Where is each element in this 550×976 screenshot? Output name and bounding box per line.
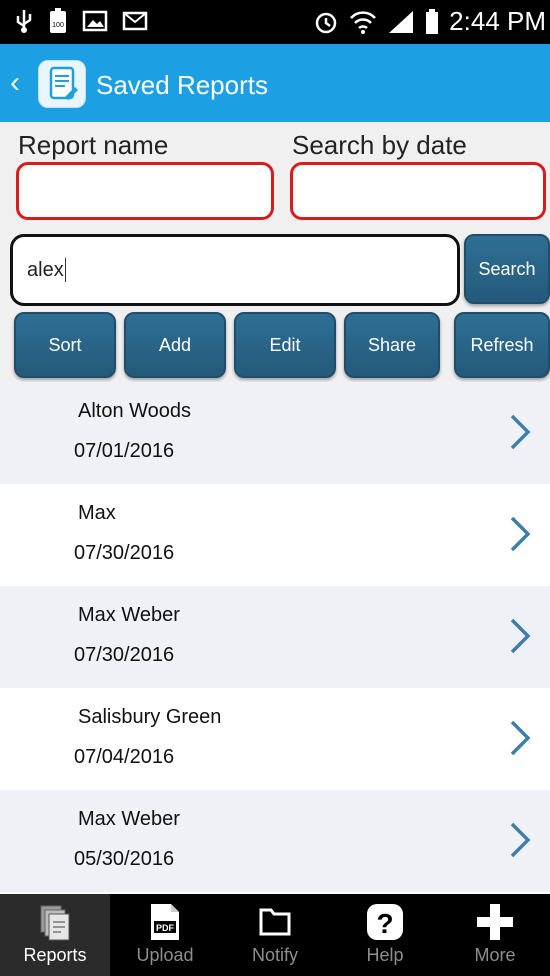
add-button[interactable]: Add — [124, 312, 226, 378]
tab-upload[interactable]: PDF Upload — [110, 894, 220, 976]
sort-button[interactable]: Sort — [14, 312, 116, 378]
chevron-right-icon[interactable] — [504, 818, 534, 862]
alarm-icon — [315, 12, 337, 33]
report-date: 07/30/2016 — [74, 542, 175, 564]
list-item[interactable]: Alton Woods 07/01/2016 — [0, 382, 550, 484]
tab-more[interactable]: More — [440, 894, 550, 976]
tab-notify[interactable]: Notify — [220, 894, 330, 976]
tab-notify-label: Notify — [251, 945, 298, 965]
text-cursor — [64, 258, 66, 282]
search-by-date-label: Search by date — [292, 130, 467, 160]
report-name: Max — [78, 502, 116, 524]
status-bar: 100 2:44 PM — [0, 0, 550, 44]
image-icon — [82, 10, 108, 32]
battery-100-icon: 100 — [50, 8, 66, 33]
chevron-right-icon[interactable] — [504, 410, 534, 454]
signal-icon — [389, 10, 414, 33]
report-date: 05/30/2016 — [74, 848, 175, 870]
list-item[interactable]: Max 07/30/2016 — [0, 484, 550, 586]
pdf-icon: PDF — [151, 904, 179, 940]
usb-icon — [16, 10, 32, 33]
search-form: Report name Search by date alex Search S… — [0, 122, 550, 382]
back-chevron-icon[interactable]: ‹ — [10, 66, 20, 100]
report-date: 07/01/2016 — [74, 440, 175, 462]
search-button[interactable]: Search — [464, 234, 550, 304]
svg-text:PDF: PDF — [156, 923, 175, 933]
report-name-label: Report name — [18, 130, 169, 160]
report-list: Alton Woods 07/01/2016 Max 07/30/2016 Ma… — [0, 382, 550, 894]
wifi-icon — [350, 10, 377, 34]
chevron-right-icon[interactable] — [504, 614, 534, 658]
page-title: Saved Reports — [96, 70, 268, 100]
search-by-date-input[interactable] — [290, 162, 546, 220]
tab-more-label: More — [474, 945, 516, 965]
list-item[interactable]: Salisbury Green 07/04/2016 — [0, 688, 550, 790]
tab-help[interactable]: ? Help — [330, 894, 440, 976]
tab-reports[interactable]: Reports — [0, 894, 110, 976]
tab-upload-label: Upload — [136, 945, 194, 965]
report-name: Salisbury Green — [78, 706, 222, 728]
svg-text:?: ? — [376, 908, 393, 939]
plus-icon — [477, 904, 513, 940]
report-name-input[interactable] — [16, 162, 274, 220]
chevron-right-icon[interactable] — [504, 512, 534, 556]
tab-bar: Reports PDF Upload Notify ? Help More — [0, 894, 550, 976]
report-name: Alton Woods — [78, 400, 192, 422]
status-time: 2:44 PM — [449, 6, 546, 36]
report-name: Max Weber — [78, 604, 180, 626]
app-bar: ‹ Saved Reports — [0, 44, 550, 122]
folder-icon — [259, 908, 291, 936]
search-input[interactable]: alex — [10, 234, 460, 306]
report-name: Max Weber — [78, 808, 180, 830]
chevron-right-icon[interactable] — [504, 716, 534, 760]
reports-logo-icon[interactable] — [38, 60, 86, 108]
svg-text:100: 100 — [52, 22, 64, 29]
report-date: 07/30/2016 — [74, 644, 175, 666]
report-date: 07/04/2016 — [74, 746, 175, 768]
list-item[interactable]: Max Weber 05/30/2016 — [0, 790, 550, 892]
refresh-button[interactable]: Refresh — [454, 312, 550, 378]
reports-icon — [40, 905, 70, 941]
search-input-value: alex — [27, 258, 64, 281]
share-button[interactable]: Share — [344, 312, 440, 378]
list-item[interactable]: Max Weber 07/30/2016 — [0, 586, 550, 688]
email-icon — [122, 11, 148, 31]
battery-icon — [426, 8, 439, 34]
help-icon: ? — [367, 904, 403, 940]
edit-button[interactable]: Edit — [234, 312, 336, 378]
tab-help-label: Help — [366, 945, 404, 965]
tab-reports-label: Reports — [23, 945, 87, 965]
